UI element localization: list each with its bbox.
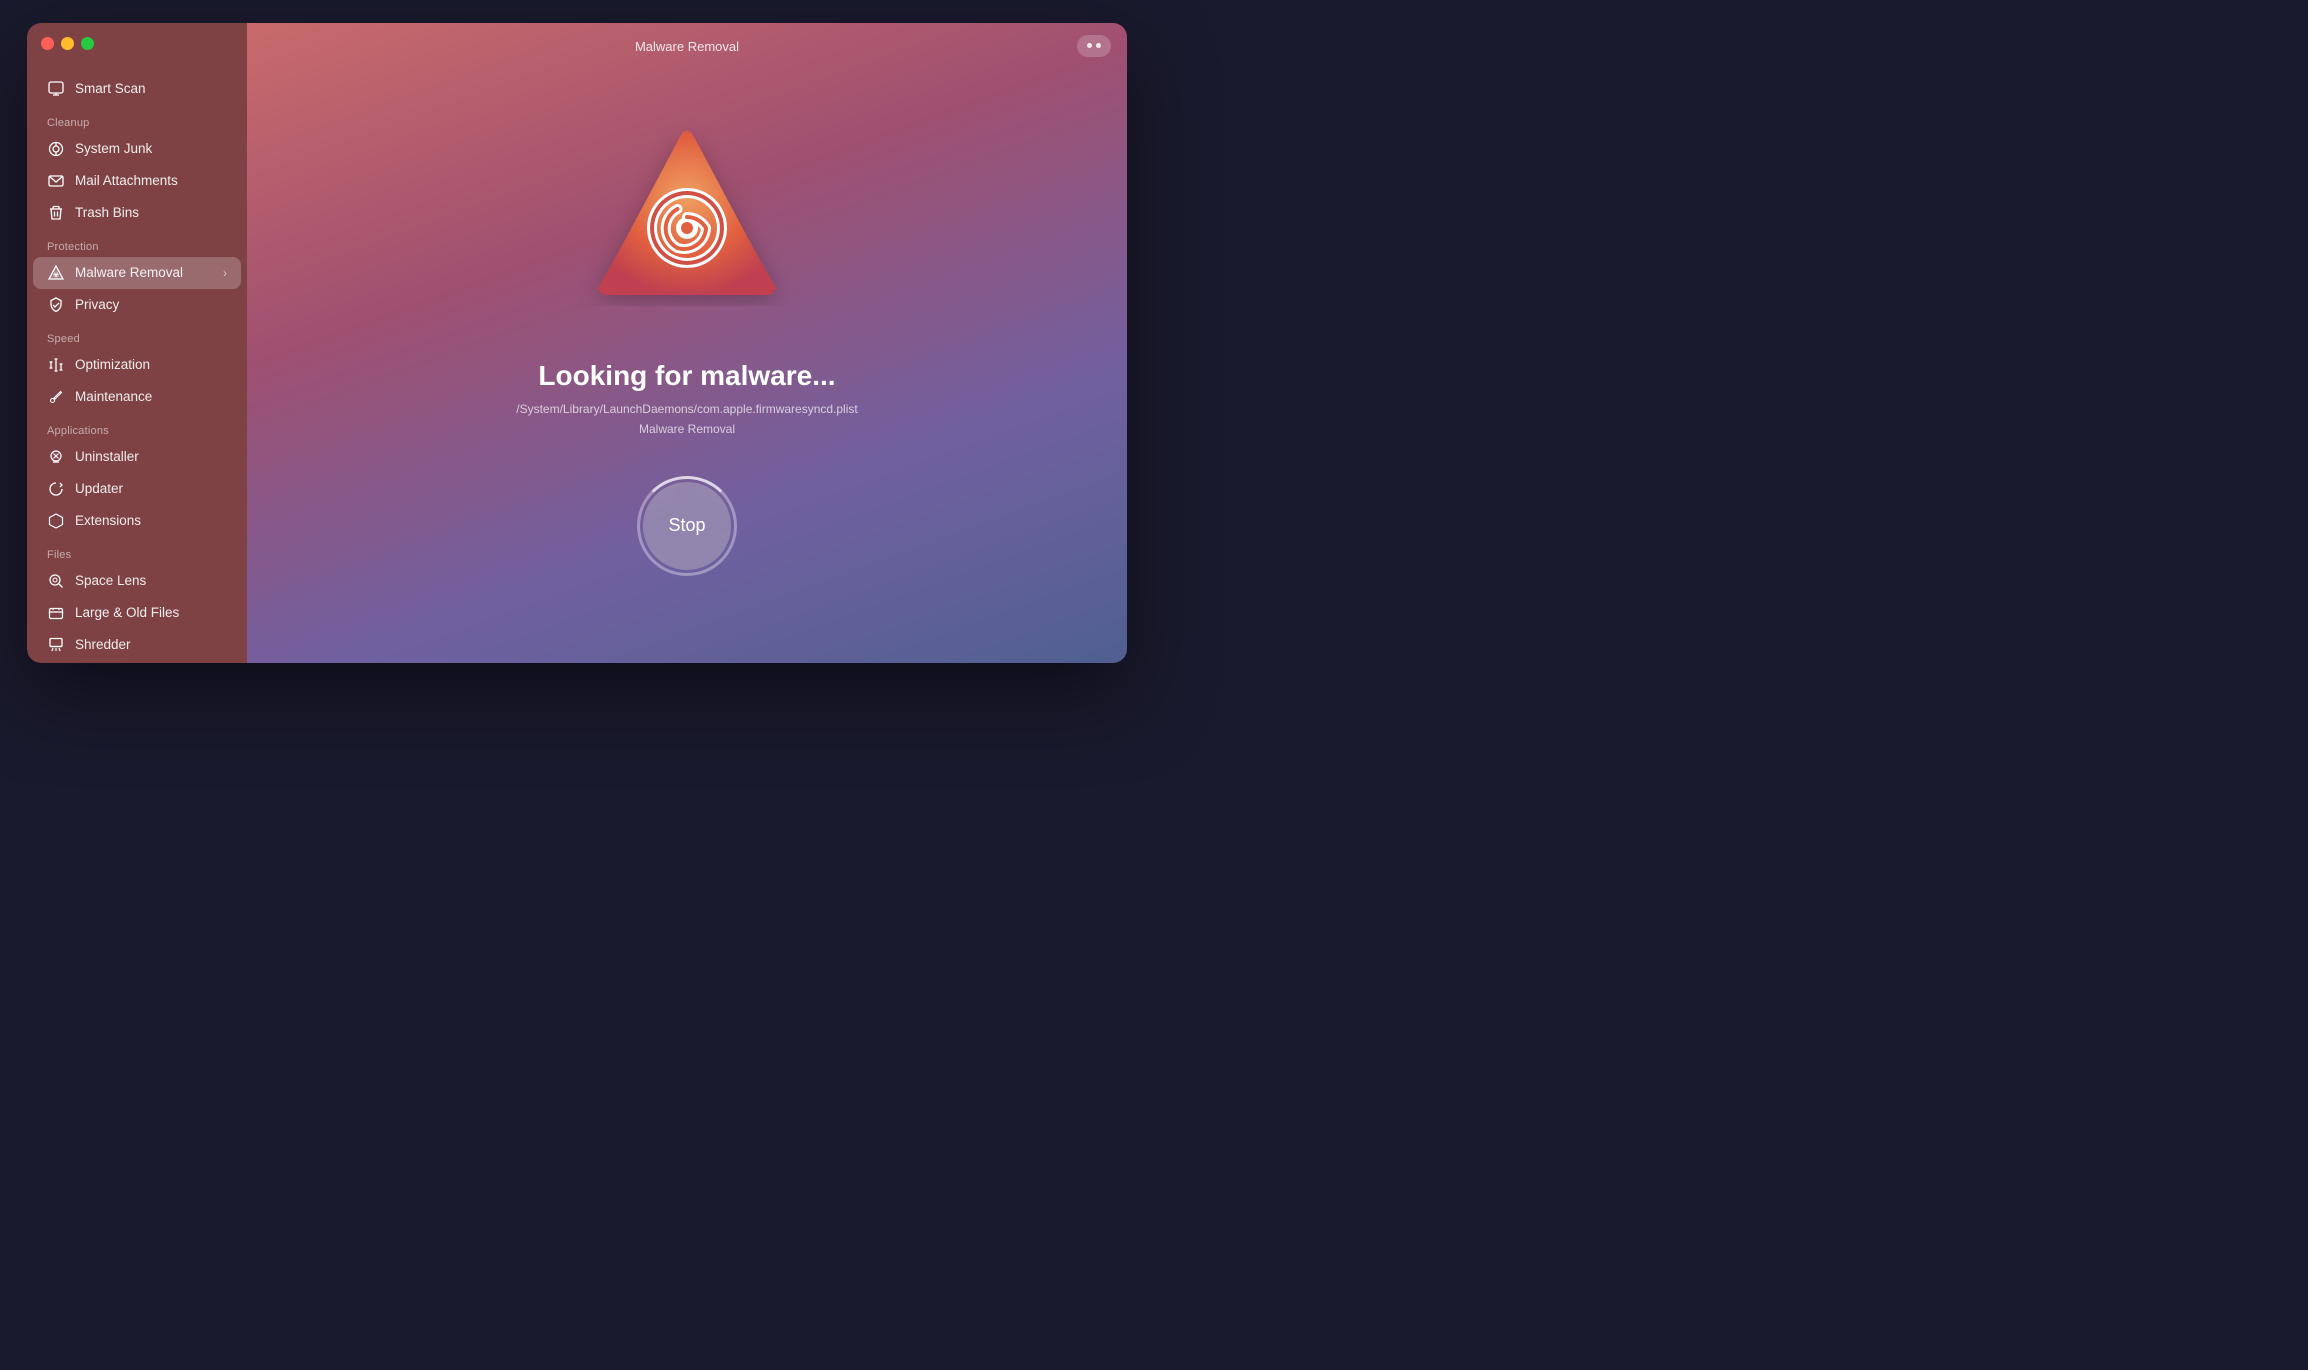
- optimization-icon: [47, 356, 65, 374]
- maximize-button[interactable]: [81, 37, 94, 50]
- system-junk-icon: [47, 140, 65, 158]
- sidebar-item-maintenance[interactable]: Maintenance: [33, 381, 241, 413]
- privacy-label: Privacy: [75, 297, 119, 312]
- malware-removal-label: Malware Removal: [75, 265, 183, 280]
- minimize-button[interactable]: [61, 37, 74, 50]
- uninstaller-label: Uninstaller: [75, 449, 139, 464]
- sidebar: Smart Scan Cleanup System Junk: [27, 23, 247, 663]
- large-old-files-icon: [47, 604, 65, 622]
- space-lens-icon: [47, 572, 65, 590]
- sidebar-item-system-junk[interactable]: System Junk: [33, 133, 241, 165]
- app-window: Smart Scan Cleanup System Junk: [27, 23, 1127, 663]
- shredder-label: Shredder: [75, 637, 131, 652]
- stop-button[interactable]: Stop: [643, 482, 731, 570]
- sidebar-item-space-lens[interactable]: Space Lens: [33, 565, 241, 597]
- cleanup-section-label: Cleanup: [27, 105, 247, 133]
- sidebar-item-malware-removal[interactable]: ☣ Malware Removal ›: [33, 257, 241, 289]
- large-old-files-label: Large & Old Files: [75, 605, 179, 620]
- close-button[interactable]: [41, 37, 54, 50]
- mail-attachments-icon: [47, 172, 65, 190]
- shredder-icon: [47, 636, 65, 654]
- dot-2: [1096, 43, 1101, 48]
- mail-attachments-label: Mail Attachments: [75, 173, 178, 188]
- sidebar-item-updater[interactable]: Updater: [33, 473, 241, 505]
- maintenance-icon: [47, 388, 65, 406]
- window-title: Malware Removal: [635, 39, 739, 54]
- sidebar-item-privacy[interactable]: Privacy: [33, 289, 241, 321]
- maintenance-label: Maintenance: [75, 389, 152, 404]
- optimization-label: Optimization: [75, 357, 150, 372]
- sidebar-item-mail-attachments[interactable]: Mail Attachments: [33, 165, 241, 197]
- privacy-icon: [47, 296, 65, 314]
- scan-label: Malware Removal: [639, 422, 735, 436]
- protection-section-label: Protection: [27, 229, 247, 257]
- space-lens-label: Space Lens: [75, 573, 146, 588]
- stop-button-container: Stop: [637, 476, 737, 576]
- sidebar-item-optimization[interactable]: Optimization: [33, 349, 241, 381]
- main-content: Malware Removal: [247, 23, 1127, 663]
- updater-icon: [47, 480, 65, 498]
- sidebar-item-smart-scan[interactable]: Smart Scan: [33, 73, 241, 105]
- traffic-lights: [41, 37, 94, 50]
- malware-icon: [577, 110, 797, 330]
- sidebar-item-large-old-files[interactable]: Large & Old Files: [33, 597, 241, 629]
- sidebar-item-uninstaller[interactable]: Uninstaller: [33, 441, 241, 473]
- updater-label: Updater: [75, 481, 123, 496]
- sidebar-item-shredder[interactable]: Shredder: [33, 629, 241, 661]
- scan-title: Looking for malware...: [538, 360, 835, 392]
- extensions-icon: [47, 512, 65, 530]
- trash-bins-icon: [47, 204, 65, 222]
- svg-text:☣: ☣: [53, 271, 60, 279]
- system-junk-label: System Junk: [75, 141, 152, 156]
- speed-section-label: Speed: [27, 321, 247, 349]
- extensions-label: Extensions: [75, 513, 141, 528]
- active-arrow-icon: ›: [223, 266, 227, 280]
- trash-bins-label: Trash Bins: [75, 205, 139, 220]
- applications-section-label: Applications: [27, 413, 247, 441]
- uninstaller-icon: [47, 448, 65, 466]
- dot-1: [1087, 43, 1092, 48]
- options-button[interactable]: [1077, 35, 1111, 57]
- sidebar-item-trash-bins[interactable]: Trash Bins: [33, 197, 241, 229]
- smart-scan-icon: [47, 80, 65, 98]
- malware-removal-icon: ☣: [47, 264, 65, 282]
- sidebar-item-extensions[interactable]: Extensions: [33, 505, 241, 537]
- smart-scan-label: Smart Scan: [75, 81, 146, 96]
- files-section-label: Files: [27, 537, 247, 565]
- scan-path: /System/Library/LaunchDaemons/com.apple.…: [516, 402, 857, 416]
